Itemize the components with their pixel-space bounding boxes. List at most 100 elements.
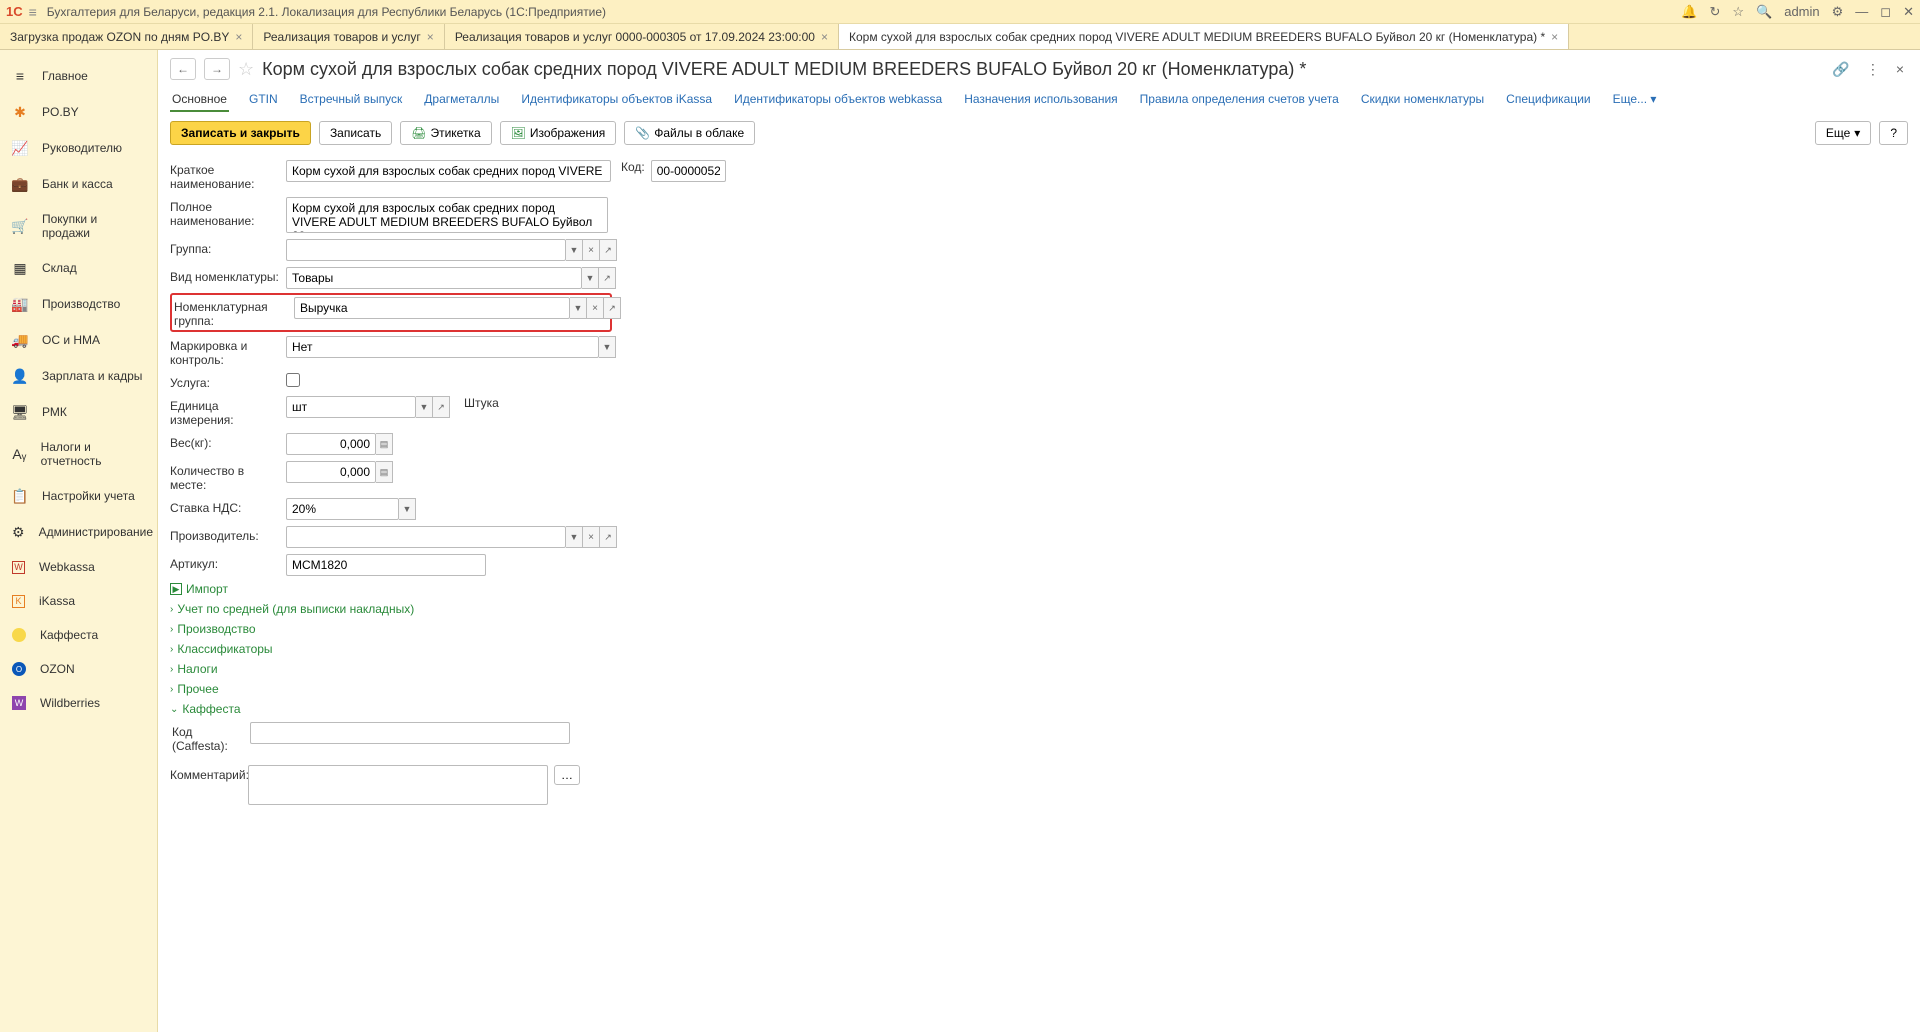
dropdown-icon[interactable]: ▼ [566,526,583,548]
sidebar-item-os[interactable]: 🚚ОС и НМА [0,322,157,358]
save-button[interactable]: Записать [319,121,392,145]
tab-pravila[interactable]: Правила определения счетов учета [1138,88,1341,112]
expand-import[interactable]: ▶ Импорт [170,579,1908,599]
manufacturer-input[interactable] [286,526,566,548]
bell-icon[interactable]: 🔔 [1681,4,1697,20]
cloud-files-button[interactable]: 📎Файлы в облаке [624,121,755,145]
tab-realization-doc[interactable]: Реализация товаров и услуг 0000-000305 о… [445,24,839,49]
close-window-icon[interactable]: ✕ [1903,4,1914,20]
short-name-input[interactable] [286,160,611,182]
tab-gtin[interactable]: GTIN [247,88,280,112]
kaffesta-code-input[interactable] [250,722,570,744]
dropdown-icon[interactable]: ▼ [399,498,416,520]
close-icon[interactable]: × [235,30,242,44]
close-icon[interactable]: × [427,30,434,44]
tab-nomenclature[interactable]: Корм сухой для взрослых собак средних по… [839,24,1569,49]
minimize-icon[interactable]: — [1855,4,1868,19]
open-icon[interactable]: ↗ [600,526,617,548]
clear-icon[interactable]: × [583,526,600,548]
sidebar-item-ikassa[interactable]: KiKassa [0,584,157,618]
tab-more[interactable]: Еще... ▾ [1611,88,1659,112]
settings-icon[interactable]: ⚙ [1832,4,1844,20]
sidebar-item-wildberries[interactable]: WWildberries [0,686,157,720]
tab-realization[interactable]: Реализация товаров и услуг × [253,24,444,49]
sidebar-item-main[interactable]: ≡Главное [0,58,157,94]
dropdown-icon[interactable]: ▼ [599,336,616,358]
back-button[interactable]: ← [170,58,196,80]
expand-proizvodstvo[interactable]: ›Производство [170,619,1908,639]
open-icon[interactable]: ↗ [600,239,617,261]
dropdown-icon[interactable]: ▼ [416,396,433,418]
dropdown-icon[interactable]: ▼ [566,239,583,261]
sidebar-item-kaffesta[interactable]: Каффеста [0,618,157,652]
more-button[interactable]: Еще ▾ [1815,121,1871,145]
open-icon[interactable]: ↗ [604,297,621,319]
expand-klassif[interactable]: ›Классификаторы [170,639,1908,659]
nomgroup-input[interactable] [294,297,570,319]
maximize-icon[interactable]: ◻ [1880,4,1891,20]
sidebar-item-manager[interactable]: 📈Руководителю [0,130,157,166]
favorite-icon[interactable]: ☆ [238,59,254,80]
sidebar-item-warehouse[interactable]: ▦Склад [0,250,157,286]
qty-input[interactable] [286,461,376,483]
sidebar-item-bank[interactable]: 💼Банк и касса [0,166,157,202]
tab-spec[interactable]: Спецификации [1504,88,1592,112]
comment-input[interactable] [248,765,548,805]
save-close-button[interactable]: Записать и закрыть [170,121,311,145]
sidebar-item-settings[interactable]: 📋Настройки учета [0,478,157,514]
comment-expand-button[interactable]: … [554,765,580,785]
hamburger-icon[interactable]: ≡ [29,4,37,20]
link-icon[interactable]: 🔗 [1828,61,1853,78]
expand-uchet[interactable]: ›Учет по средней (для выписки накладных) [170,599,1908,619]
sidebar-item-webkassa[interactable]: WWebkassa [0,550,157,584]
close-page-icon[interactable]: × [1892,61,1908,77]
tab-ozon-load[interactable]: Загрузка продаж OZON по дням PO.BY × [0,24,253,49]
sidebar-item-production[interactable]: 🏭Производство [0,286,157,322]
tab-osnovnoe[interactable]: Основное [170,88,229,112]
article-input[interactable] [286,554,486,576]
open-icon[interactable]: ↗ [433,396,450,418]
search-icon[interactable]: 🔍 [1756,4,1772,20]
vat-input[interactable] [286,498,399,520]
marking-input[interactable] [286,336,599,358]
expand-kaffesta[interactable]: ⌄Каффеста [170,699,1908,719]
service-checkbox[interactable] [286,373,300,387]
tab-ikassa[interactable]: Идентификаторы объектов iKassa [519,88,714,112]
help-button[interactable]: ? [1879,121,1908,145]
close-icon[interactable]: × [1551,30,1558,44]
weight-input[interactable] [286,433,376,455]
clear-icon[interactable]: × [587,297,604,319]
sidebar-item-sales[interactable]: 🛒Покупки и продажи [0,202,157,250]
forward-button[interactable]: → [204,58,230,80]
expand-nalogi[interactable]: ›Налоги [170,659,1908,679]
dropdown-icon[interactable]: ▼ [570,297,587,319]
tab-vstrechny[interactable]: Встречный выпуск [298,88,405,112]
tab-dragmetally[interactable]: Драгметаллы [422,88,501,112]
sidebar-item-tax[interactable]: AᵧНалоги и отчетность [0,430,157,478]
star-icon[interactable]: ☆ [1732,4,1744,20]
calc-icon[interactable]: ▤ [376,461,393,483]
open-icon[interactable]: ↗ [599,267,616,289]
history-icon[interactable]: ↻ [1709,4,1720,20]
label-button[interactable]: 🖨Этикетка [400,121,491,145]
tab-skidki[interactable]: Скидки номенклатуры [1359,88,1486,112]
kind-input[interactable] [286,267,582,289]
dropdown-icon[interactable]: ▼ [582,267,599,289]
code-input[interactable] [651,160,726,182]
kebab-icon[interactable]: ⋮ [1862,61,1884,78]
sidebar-item-ozon[interactable]: OOZON [0,652,157,686]
sidebar-item-poby[interactable]: ✱PO.BY [0,94,157,130]
expand-prochee[interactable]: ›Прочее [170,679,1908,699]
tab-naznach[interactable]: Назначения использования [962,88,1119,112]
sidebar-item-salary[interactable]: 👤Зарплата и кадры [0,358,157,394]
sidebar-item-rmk[interactable]: 🖥РМК [0,394,157,430]
close-icon[interactable]: × [821,30,828,44]
calc-icon[interactable]: ▤ [376,433,393,455]
clear-icon[interactable]: × [583,239,600,261]
tab-webkassa[interactable]: Идентификаторы объектов webkassa [732,88,944,112]
sidebar-item-admin[interactable]: ⚙Администрирование [0,514,157,550]
full-name-input[interactable] [286,197,608,233]
group-input[interactable] [286,239,566,261]
user-label[interactable]: admin [1784,4,1819,19]
images-button[interactable]: 🖼Изображения [500,121,617,145]
